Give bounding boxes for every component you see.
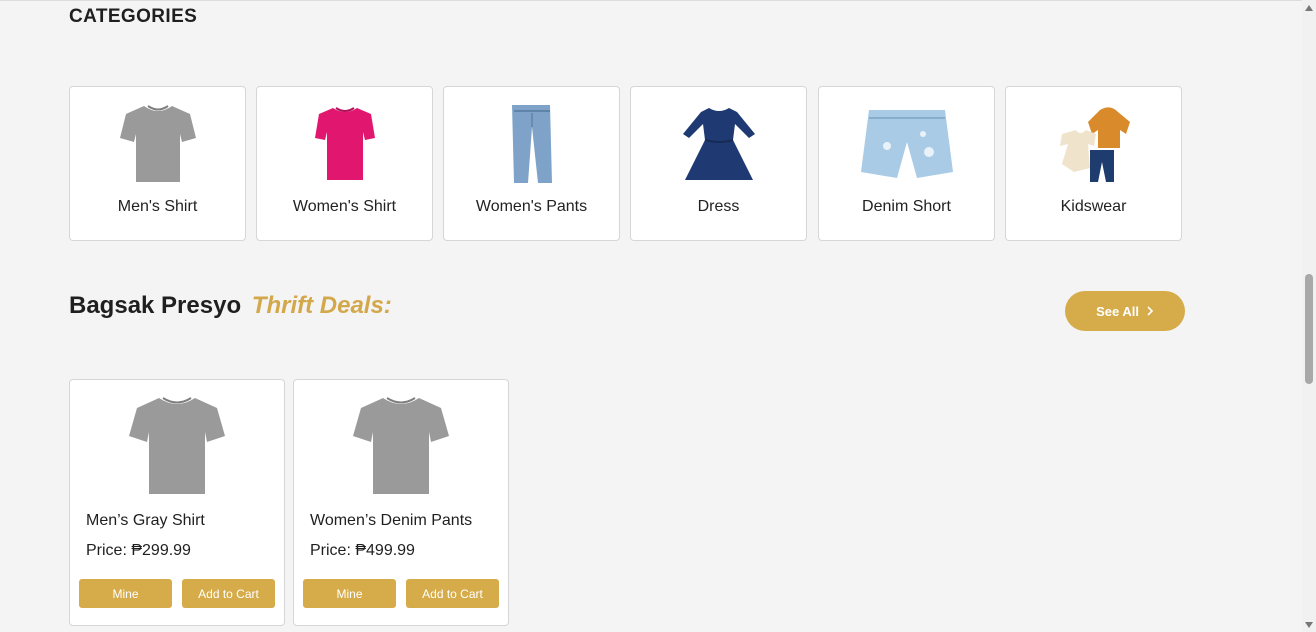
scroll-up-arrow-icon[interactable] <box>1305 5 1313 11</box>
dress-icon <box>631 101 806 187</box>
category-card-womens-shirt[interactable]: Women's Shirt <box>256 86 433 241</box>
category-label: Men's Shirt <box>117 198 198 215</box>
product-name: Men’s Gray Shirt <box>86 512 205 529</box>
category-card-womens-pants[interactable]: Women's Pants <box>443 86 620 241</box>
vertical-scrollbar[interactable] <box>1302 0 1316 632</box>
jeans-icon <box>444 101 619 187</box>
category-card-mens-shirt[interactable]: Men's Shirt <box>69 86 246 241</box>
see-all-label: See All <box>1096 303 1139 319</box>
deals-title: Bagsak Presyo <box>69 292 242 319</box>
deals-accent-title: Thrift Deals: <box>251 292 392 319</box>
categories-heading: CATEGORIES <box>69 6 198 27</box>
top-divider <box>0 0 1302 1</box>
category-label: Women's Shirt <box>292 198 397 215</box>
kidswear-icon <box>1006 101 1181 187</box>
category-label: Dress <box>697 198 740 215</box>
deals-heading: Bagsak Presyo Thrift Deals: <box>69 292 392 320</box>
category-label: Women's Pants <box>475 198 588 215</box>
product-name: Women’s Denim Pants <box>310 512 473 529</box>
gray-tshirt-icon <box>70 101 245 187</box>
category-card-kidswear[interactable]: Kidswear <box>1005 86 1182 241</box>
product-image-gray-tshirt <box>70 394 284 502</box>
category-card-dress[interactable]: Dress <box>630 86 807 241</box>
scroll-down-arrow-icon[interactable] <box>1305 622 1313 628</box>
product-card: Women’s Denim Pants Price: ₱499.99 Mine … <box>293 379 509 626</box>
chevron-right-icon <box>1146 304 1154 319</box>
category-label: Kidswear <box>1060 198 1127 215</box>
pink-tshirt-icon <box>257 101 432 187</box>
scrollbar-thumb[interactable] <box>1305 274 1313 384</box>
category-card-denim-short[interactable]: Denim Short <box>818 86 995 241</box>
product-card: Men’s Gray Shirt Price: ₱299.99 Mine Add… <box>69 379 285 626</box>
add-to-cart-button[interactable]: Add to Cart <box>406 579 499 608</box>
product-price: Price: ₱299.99 <box>86 542 191 559</box>
mine-button[interactable]: Mine <box>79 579 172 608</box>
category-label: Denim Short <box>862 198 951 215</box>
product-image-gray-tshirt <box>294 394 508 502</box>
add-to-cart-button[interactable]: Add to Cart <box>182 579 275 608</box>
see-all-button[interactable]: See All <box>1065 291 1185 331</box>
mine-button[interactable]: Mine <box>303 579 396 608</box>
product-price: Price: ₱499.99 <box>310 542 415 559</box>
denim-short-icon <box>819 101 994 187</box>
